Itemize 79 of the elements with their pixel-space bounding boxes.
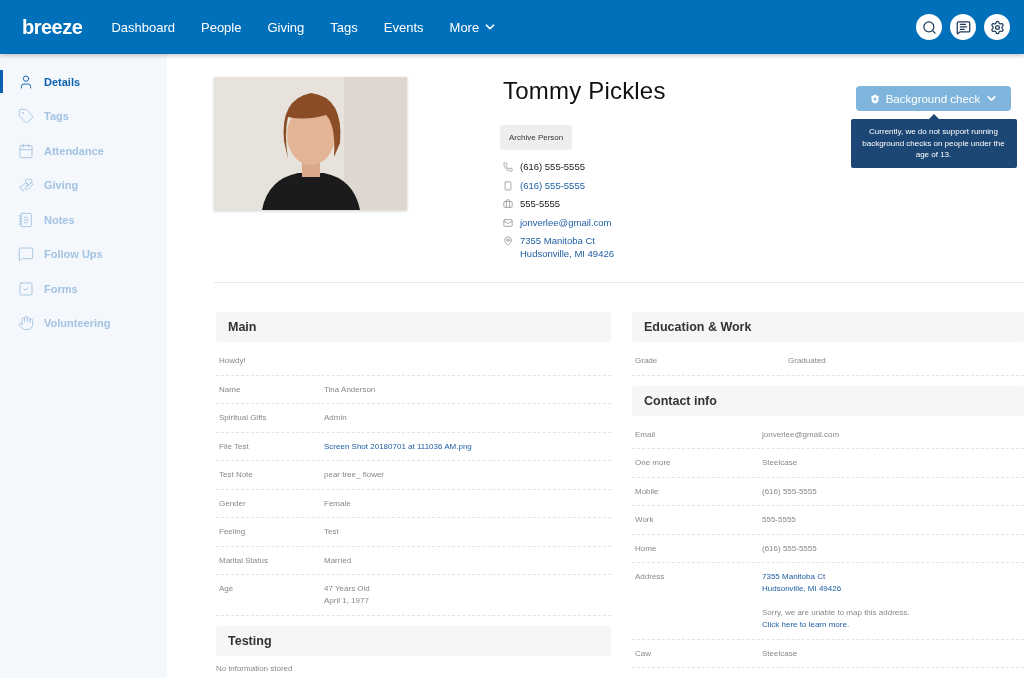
field-label: Caw [635,647,652,660]
search-button[interactable] [916,14,942,40]
briefcase-icon [503,199,513,209]
section-header: Contact info [632,385,1024,416]
field-value: Admin [324,412,347,424]
field-label: Spiritual Gifts [219,412,268,424]
field-value: Graduated [788,355,826,367]
field-label: Marital Status [219,554,269,567]
field-value: pear tree_ flower [324,469,385,481]
checkbox-icon [18,280,34,297]
field-label: Name [219,383,242,396]
speech-bubble-icon [18,246,34,262]
settings-button[interactable] [984,14,1010,40]
field-label: Mobile [635,485,660,498]
field-value: Married [324,554,352,567]
contact-link[interactable]: Hudsonville, MI 49426 [520,247,614,260]
field-label: Howdy! [219,355,247,367]
tag-icon [18,108,34,124]
field-value: (616) 555-5555 [762,485,817,498]
section-header: Education & Work [632,312,1024,342]
map-pin-icon [503,236,513,246]
field-value: Steelcase [762,457,798,469]
field-value: Test [324,526,339,538]
field-value: Tina Anderson [324,383,376,396]
hand-icon [18,315,34,331]
tooltip-pointer [928,114,939,119]
field-label: Grade [635,355,659,367]
chat-icon [955,19,971,35]
field-value: (616) 555-5555 [762,542,817,555]
notepad-icon [18,211,34,228]
field-value: 47 Years Old [324,583,370,595]
field-label: File Test [219,440,250,453]
person-icon [18,73,34,90]
phone-icon [503,162,513,172]
shield-icon [868,92,881,105]
map-error-text: Sorry, we are unable to map this address. [762,607,910,619]
nav-link[interactable]: Dashboard [111,19,175,35]
logo[interactable]: breeze [22,15,83,39]
mobile-icon [503,180,513,191]
learn-more-link[interactable]: Click here to learn more. [762,619,910,631]
contact-link[interactable]: 7355 Manitoba Ct [520,235,614,248]
section-header: Main [216,312,611,342]
field-value: 555-5555 [762,514,796,526]
field-label: Work [635,514,655,526]
sidebar-item[interactable]: Details [0,70,167,93]
contact-text: 555-5555 [520,198,561,211]
contact-link[interactable]: jonverlee@gmail.com [520,216,612,229]
field-label: Feeling [219,526,247,538]
field-value: April 1, 1977 [324,595,370,607]
messages-button[interactable] [950,14,976,40]
person-name: Tommy Pickles [503,77,667,105]
archive-button[interactable]: Archive Person [500,125,573,150]
field-label: Gender [219,497,247,510]
field-label: One more [635,457,672,469]
nav-link[interactable]: Giving [267,19,305,35]
empty-message: No information stored [216,663,293,674]
calendar-icon [18,142,34,159]
contact-text: (616) 555-5555 [520,161,585,174]
envelope-icon [503,217,513,228]
section-header: Testing [216,625,611,656]
hand-heart-icon [18,177,34,193]
nav-link[interactable]: People [201,19,242,35]
settings-icon [989,19,1005,35]
field-label: Address [635,571,666,583]
nav-link[interactable]: Events [383,19,424,35]
field-label: Age [219,583,235,595]
nav-link[interactable]: Tags [330,19,358,35]
value-link[interactable]: 7355 Manitoba Ct [762,571,910,583]
field-label: Home [635,542,658,555]
field-value: jonverlee@gmail.com [762,428,840,441]
value-link[interactable]: Hudsonville, MI 49426 [762,583,910,595]
search-icon [921,19,937,35]
field-label: Test Note [219,469,254,481]
nav-link[interactable]: More [449,19,498,35]
value-link[interactable]: Screen Shot 20180701 at 111036 AM.png [324,440,472,453]
field-label: Email [635,428,656,441]
field-value: Steelcase [762,647,798,660]
field-value: Female [324,497,351,510]
contact-link[interactable]: (616) 555-5555 [520,179,585,192]
